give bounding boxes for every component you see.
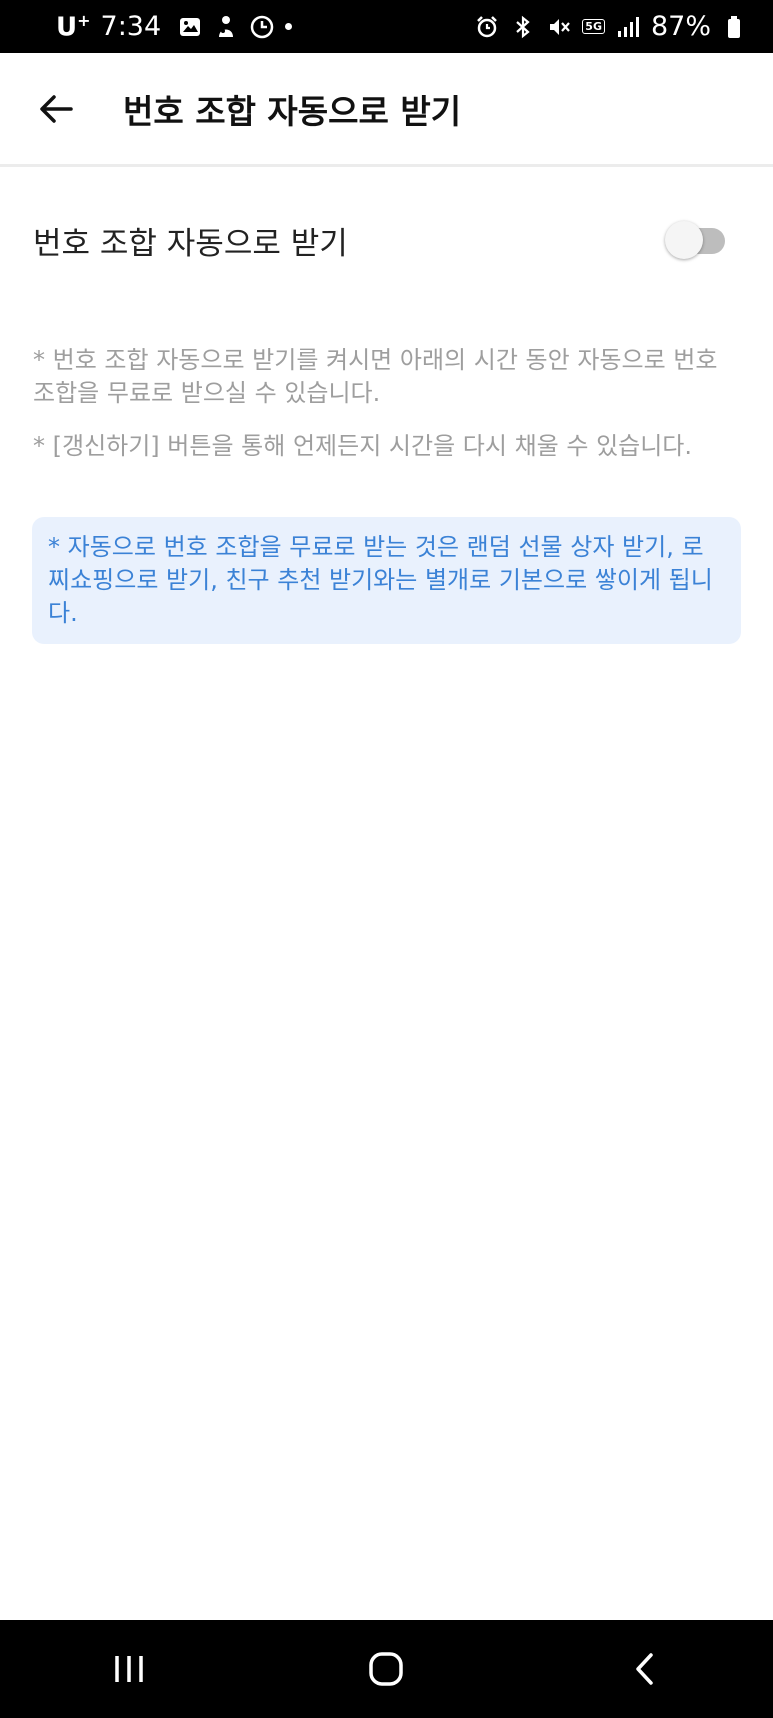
system-navigation-bar [0, 1620, 773, 1718]
status-bar-left: U+ 7:34 [56, 10, 293, 43]
clock-icon [249, 14, 275, 40]
arrow-left-icon [40, 94, 73, 123]
app-notification-icon [213, 14, 239, 40]
network-type-badge: 5G [582, 19, 605, 34]
alarm-icon [474, 14, 500, 40]
gallery-icon [177, 14, 203, 40]
battery-icon [721, 14, 747, 40]
note-refresh: * [갱신하기] 버튼을 통해 언제든지 시간을 다시 채울 수 있습니다. [33, 432, 693, 460]
battery-percent: 87% [650, 11, 711, 42]
app-bar: 번호 조합 자동으로 받기 [0, 53, 773, 167]
mute-icon [546, 14, 572, 40]
bluetooth-icon [510, 14, 536, 40]
info-box-text: * 자동으로 번호 조합을 무료로 받는 것은 랜덤 선물 상자 받기, 로찌쇼… [48, 533, 713, 627]
page-title: 번호 조합 자동으로 받기 [123, 91, 462, 131]
system-back-button[interactable] [604, 1639, 684, 1699]
auto-receive-label: 번호 조합 자동으로 받기 [33, 225, 348, 262]
status-bar-right: 5G 87% [474, 11, 747, 42]
recent-apps-icon [115, 1656, 143, 1682]
carrier-label: U+ [56, 10, 91, 43]
auto-receive-setting-row[interactable]: 번호 조합 자동으로 받기 [0, 200, 773, 280]
home-button[interactable] [346, 1639, 426, 1699]
status-bar: U+ 7:34 5G 87% [0, 0, 773, 53]
more-notifications-dot-icon [285, 23, 293, 30]
signal-icon [615, 14, 641, 40]
auto-receive-toggle[interactable] [665, 220, 727, 260]
recent-apps-button[interactable] [89, 1639, 169, 1699]
home-icon [369, 1652, 404, 1686]
chevron-left-icon [636, 1653, 653, 1685]
note-auto-receive: * 번호 조합 자동으로 받기를 켜시면 아래의 시간 동안 자동으로 번호 조… [33, 346, 718, 407]
toggle-thumb [665, 221, 703, 259]
back-button[interactable] [27, 80, 85, 138]
clock-time: 7:34 [100, 11, 162, 42]
info-box: * 자동으로 번호 조합을 무료로 받는 것은 랜덤 선물 상자 받기, 로찌쇼… [32, 517, 741, 644]
